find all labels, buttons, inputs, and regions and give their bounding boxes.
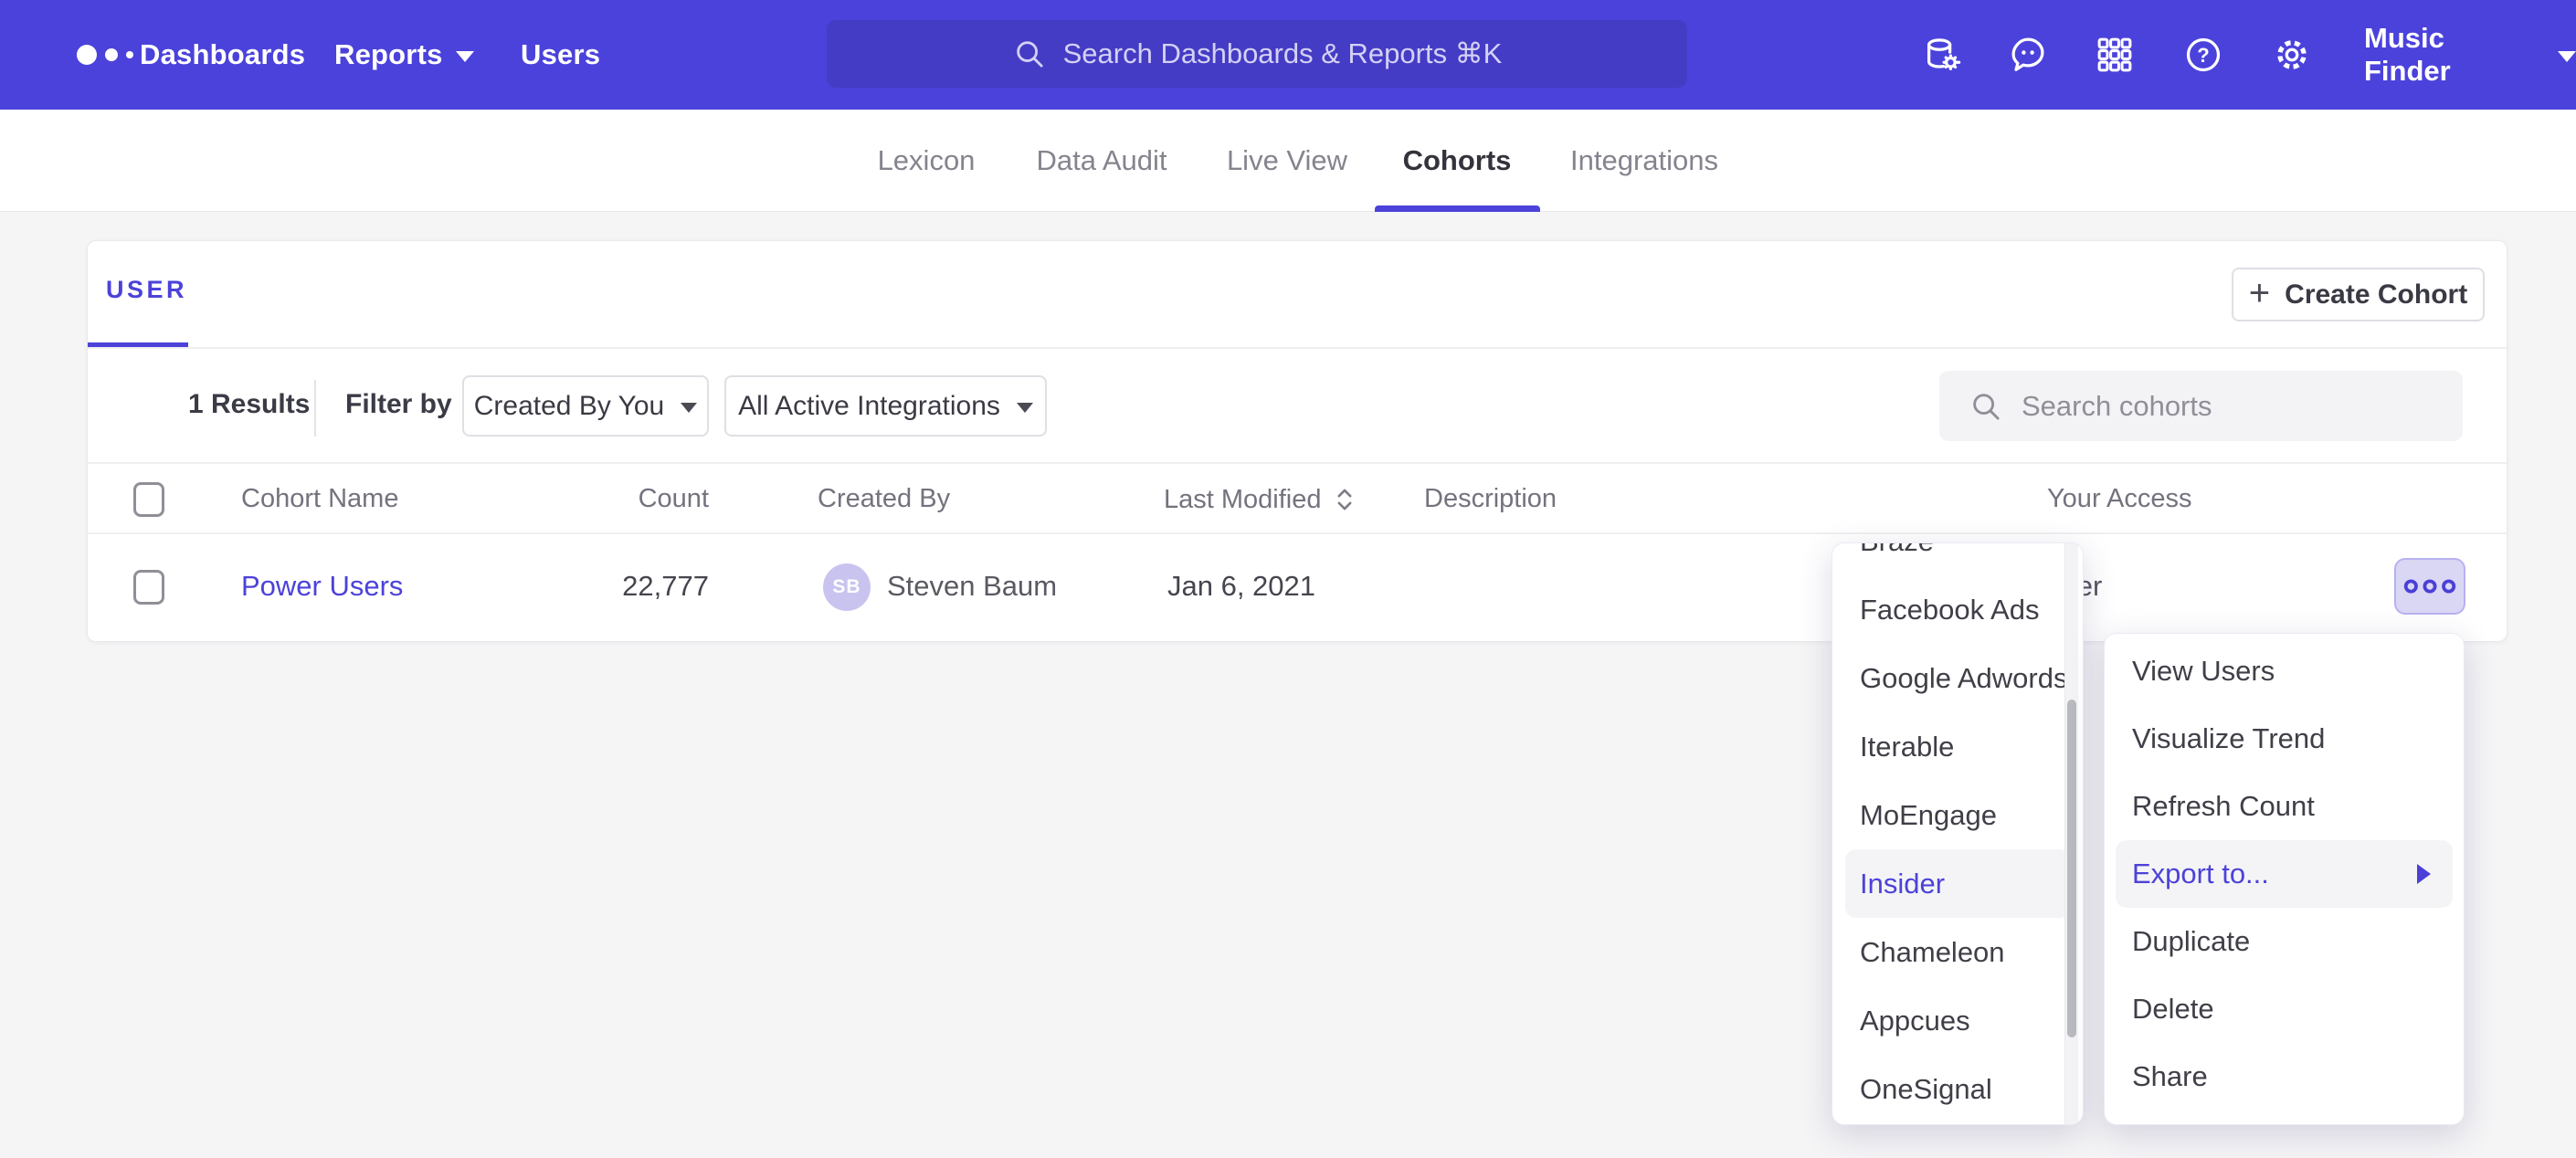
chevron-down-icon — [456, 51, 474, 62]
chevron-down-icon — [1017, 403, 1033, 413]
top-nav-bar: Dashboards Reports Users Search Dashboar… — [0, 0, 2576, 110]
project-switcher[interactable]: Music Finder — [2364, 0, 2576, 110]
column-header-cohort-name: Cohort Name — [241, 484, 398, 514]
select-all-checkbox[interactable] — [133, 482, 164, 517]
menu-item-visualize-trend[interactable]: Visualize Trend — [2116, 705, 2453, 773]
menu-item-export-to[interactable]: Export to... — [2116, 840, 2453, 908]
create-cohort-button[interactable]: + Create Cohort — [2232, 268, 2485, 321]
nav-users-label: Users — [521, 38, 600, 71]
tab-integrations[interactable]: Integrations — [1570, 110, 1718, 212]
row-actions-kebab-button[interactable] — [2394, 558, 2465, 615]
settings-gear-icon[interactable] — [2271, 34, 2313, 76]
column-header-count: Count — [535, 484, 709, 514]
tab-live-view[interactable]: Live View — [1227, 110, 1347, 212]
menu-item-delete[interactable]: Delete — [2116, 975, 2453, 1043]
menu-item-share[interactable]: Share — [2116, 1043, 2453, 1111]
menu-item-duplicate[interactable]: Duplicate — [2116, 908, 2453, 975]
menu-item-moengage[interactable]: MoEngage — [1845, 781, 2070, 849]
project-name: Music Finder — [2364, 22, 2538, 88]
tab-data-audit[interactable]: Data Audit — [1036, 110, 1167, 212]
results-count: 1 Results — [188, 389, 310, 420]
nav-users[interactable]: Users — [521, 0, 600, 110]
cohort-actions-menu: View Users Visualize Trend Refresh Count… — [2104, 633, 2465, 1125]
cohort-search-input[interactable] — [2022, 371, 2442, 441]
column-header-your-access: Your Access — [2047, 484, 2192, 514]
nav-reports[interactable]: Reports — [334, 0, 474, 110]
tab-user-cohorts[interactable]: USER — [106, 276, 187, 304]
sort-icon — [1333, 484, 1357, 515]
menu-item-chameleon[interactable]: Chameleon — [1845, 918, 2070, 986]
menu-item-view-users[interactable]: View Users — [2116, 637, 2453, 705]
three-dots-icon — [2402, 576, 2458, 596]
row-checkbox[interactable] — [133, 570, 164, 605]
chevron-down-icon — [2558, 51, 2576, 62]
tab-cohorts[interactable]: Cohorts — [1403, 110, 1512, 212]
created-by-filter-dropdown[interactable]: Created By You — [462, 375, 709, 437]
nav-reports-label: Reports — [334, 38, 443, 71]
submenu-arrow-icon — [2417, 864, 2431, 884]
avatar: SB — [823, 563, 871, 611]
integrations-filter-dropdown[interactable]: All Active Integrations — [724, 375, 1047, 437]
nav-dashboards-label: Dashboards — [140, 38, 305, 71]
global-search-bar[interactable]: Search Dashboards & Reports ⌘K — [827, 20, 1687, 88]
active-tab-underline — [1375, 205, 1540, 212]
submenu-scrollbar[interactable] — [2064, 543, 2078, 1125]
help-icon[interactable]: ? — [2182, 34, 2224, 76]
divider — [314, 380, 316, 437]
cohorts-card: USER + Create Cohort 1 Results Filter by… — [87, 240, 2507, 642]
plus-icon: + — [2249, 275, 2270, 311]
menu-item-google-adwords[interactable]: Google Adwords — [1845, 644, 2070, 712]
scrollbar-thumb[interactable] — [2067, 700, 2076, 1037]
menu-item-refresh-count[interactable]: Refresh Count — [2116, 773, 2453, 840]
menu-item-appcues[interactable]: Appcues — [1845, 986, 2070, 1055]
data-management-icon[interactable] — [1921, 34, 1963, 76]
mixpanel-logo-icon[interactable] — [77, 0, 133, 110]
column-header-description: Description — [1424, 484, 1557, 514]
search-icon — [1012, 37, 1047, 71]
tab-lexicon[interactable]: Lexicon — [878, 110, 976, 212]
search-icon — [1969, 389, 2003, 424]
filter-by-label: Filter by — [345, 389, 452, 420]
menu-item-insider[interactable]: Insider — [1845, 849, 2070, 918]
cohort-count: 22,777 — [535, 570, 709, 603]
nav-dashboards[interactable]: Dashboards — [140, 0, 305, 110]
menu-item-facebook-ads[interactable]: Facebook Ads — [1845, 575, 2070, 644]
last-modified-date: Jan 6, 2021 — [1167, 570, 1315, 603]
column-header-last-modified[interactable]: Last Modified — [1164, 484, 1357, 515]
created-by-name: Steven Baum — [887, 570, 1057, 603]
svg-text:?: ? — [2197, 44, 2209, 67]
menu-item-iterable[interactable]: Iterable — [1845, 712, 2070, 781]
chevron-down-icon — [681, 403, 697, 413]
apps-grid-icon[interactable] — [2094, 34, 2136, 76]
feedback-chat-icon[interactable] — [2007, 34, 2049, 76]
column-header-created-by: Created By — [818, 484, 950, 514]
menu-item-onesignal[interactable]: OneSignal — [1845, 1055, 2070, 1123]
global-search-placeholder: Search Dashboards & Reports ⌘K — [1063, 37, 1503, 70]
menu-item-braze[interactable]: Braze — [1845, 542, 2070, 575]
cohort-name-link[interactable]: Power Users — [241, 570, 403, 603]
export-integrations-submenu: Braze Facebook Ads Google Adwords Iterab… — [1832, 542, 2084, 1125]
cohort-search-field — [1939, 371, 2463, 441]
